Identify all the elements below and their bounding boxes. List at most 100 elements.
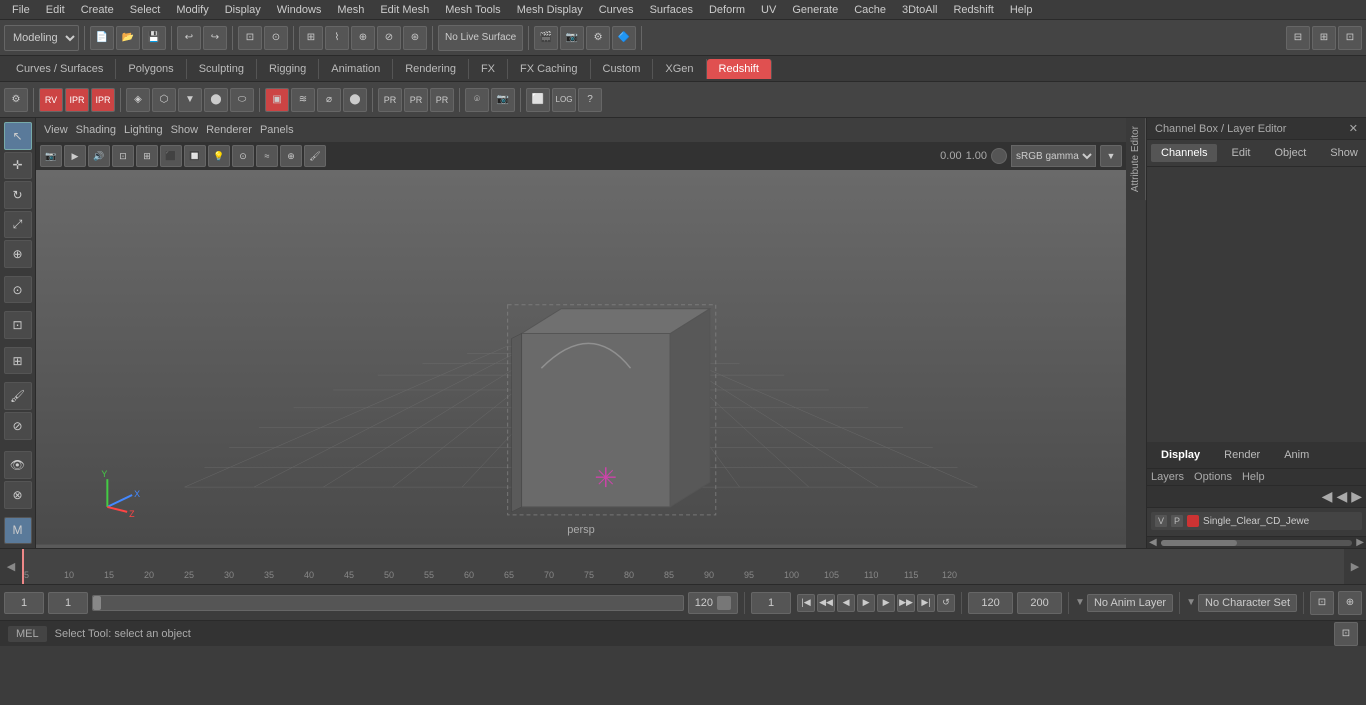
- last-tool-icon[interactable]: ⊡: [4, 311, 32, 339]
- open-file-icon[interactable]: 📂: [116, 26, 140, 50]
- redshift-tool2-icon[interactable]: ⌀: [317, 88, 341, 112]
- vp-panels-menu[interactable]: Panels: [260, 124, 294, 136]
- scroll-left-icon[interactable]: ◀: [1147, 537, 1159, 548]
- mel-label[interactable]: MEL: [8, 626, 47, 642]
- redshift-node2-icon[interactable]: ⬡: [152, 88, 176, 112]
- vp-cam-icon[interactable]: 📷: [40, 145, 62, 167]
- redo-icon[interactable]: ↪: [203, 26, 227, 50]
- snap-point-icon[interactable]: ⊕: [351, 26, 375, 50]
- sculpt-icon[interactable]: ⊘: [4, 412, 32, 440]
- tab-fx[interactable]: FX: [469, 59, 508, 79]
- no-anim-layer-btn[interactable]: No Anim Layer: [1087, 594, 1173, 612]
- hypershade-icon[interactable]: 🔷: [612, 26, 636, 50]
- tab-curves-surfaces[interactable]: Curves / Surfaces: [4, 59, 116, 79]
- redshift-pr3-icon[interactable]: PR: [430, 88, 454, 112]
- tab-xgen[interactable]: XGen: [653, 59, 706, 79]
- layer-v-button[interactable]: V: [1155, 515, 1167, 527]
- menu-surfaces[interactable]: Surfaces: [642, 2, 701, 18]
- layer-render-tab[interactable]: Render: [1214, 446, 1270, 464]
- redshift-node5-icon[interactable]: ⬭: [230, 88, 254, 112]
- tab-polygons[interactable]: Polygons: [116, 59, 186, 79]
- pb-next-frame-btn[interactable]: ▶: [877, 594, 895, 612]
- menu-cache[interactable]: Cache: [846, 2, 894, 18]
- timeline-ruler[interactable]: 5 10 15 20 25 30 35 40 45 50 55 60 65 70…: [22, 549, 1344, 584]
- gamma-dropdown-icon[interactable]: ▼: [1100, 145, 1122, 167]
- char-set-dropdown-icon[interactable]: ▼: [1186, 597, 1196, 608]
- menu-create[interactable]: Create: [73, 2, 122, 18]
- vp-playback-icon[interactable]: ▶: [64, 145, 86, 167]
- menu-deform[interactable]: Deform: [701, 2, 753, 18]
- pb-prev-key-btn[interactable]: ◀◀: [817, 594, 835, 612]
- vp-rig-icon[interactable]: ⊕: [280, 145, 302, 167]
- snap-grid-icon[interactable]: ⊞: [299, 26, 323, 50]
- pb-play-btn[interactable]: ▶: [857, 594, 875, 612]
- layer-arrow-left1-icon[interactable]: ◀: [1322, 488, 1333, 505]
- lasso-icon[interactable]: ⊙: [264, 26, 288, 50]
- menu-edit[interactable]: Edit: [38, 2, 73, 18]
- ui-layout-icon[interactable]: ⊟: [1286, 26, 1310, 50]
- timeline-left-icon[interactable]: ◀: [0, 549, 22, 584]
- tab-redshift[interactable]: Redshift: [707, 59, 772, 79]
- layer-arrow-right-icon[interactable]: ▶: [1351, 488, 1362, 505]
- universal-manip-icon[interactable]: ⊕: [4, 240, 32, 268]
- ipr-icon[interactable]: 📷: [560, 26, 584, 50]
- select-tool-icon[interactable]: ↖: [4, 122, 32, 150]
- attribute-editor-side-tab[interactable]: Attribute Editor: [1126, 118, 1146, 200]
- menu-display[interactable]: Display: [217, 2, 269, 18]
- gamma-display-icon[interactable]: [991, 148, 1007, 164]
- vp-smooth-icon[interactable]: ≈: [256, 145, 278, 167]
- show-hide-icon[interactable]: 👁: [4, 451, 32, 479]
- pb-jump-start-btn[interactable]: |◀: [797, 594, 815, 612]
- rp-tab-show[interactable]: Show: [1320, 144, 1366, 162]
- redshift-node4-icon[interactable]: ⬤: [204, 88, 228, 112]
- tab-animation[interactable]: Animation: [319, 59, 393, 79]
- paint-icon[interactable]: 🖌: [4, 382, 32, 410]
- redshift-cam-icon[interactable]: 📷: [491, 88, 515, 112]
- snap-curve-icon[interactable]: ⌇: [325, 26, 349, 50]
- timeline-right-icon[interactable]: ▶: [1344, 549, 1366, 584]
- undo-icon[interactable]: ↩: [177, 26, 201, 50]
- rotate-tool-icon[interactable]: ↻: [4, 181, 32, 209]
- redshift-pr1-icon[interactable]: PR: [378, 88, 402, 112]
- pb-jump-end-btn[interactable]: ▶|: [917, 594, 935, 612]
- vp-texture-icon[interactable]: 🔲: [184, 145, 206, 167]
- menu-uv[interactable]: UV: [753, 2, 784, 18]
- new-file-icon[interactable]: 📄: [90, 26, 114, 50]
- close-rp-icon[interactable]: ✕: [1349, 122, 1358, 135]
- options-sub-tab[interactable]: Options: [1194, 471, 1232, 483]
- layer-anim-tab[interactable]: Anim: [1274, 446, 1319, 464]
- dg-icon[interactable]: ⊕: [1338, 591, 1362, 615]
- menu-generate[interactable]: Generate: [784, 2, 846, 18]
- vp-isolate-icon[interactable]: ⊡: [112, 145, 134, 167]
- save-file-icon[interactable]: 💾: [142, 26, 166, 50]
- no-live-surface-btn[interactable]: No Live Surface: [438, 25, 523, 51]
- snap-live-icon[interactable]: ⊛: [403, 26, 427, 50]
- menu-windows[interactable]: Windows: [269, 2, 330, 18]
- redshift-log-icon[interactable]: LOG: [552, 88, 576, 112]
- pr-rs-icon[interactable]: IPR: [91, 88, 115, 112]
- redshift-cube-icon[interactable]: ▣: [265, 88, 289, 112]
- quick-sel-icon[interactable]: ⊡: [1310, 591, 1334, 615]
- vp-audio-icon[interactable]: 🔊: [88, 145, 110, 167]
- menu-redshift[interactable]: Redshift: [945, 2, 1001, 18]
- tab-rendering[interactable]: Rendering: [393, 59, 469, 79]
- vp-shading-menu[interactable]: Shading: [76, 124, 116, 136]
- shelf-settings-icon[interactable]: ⚙: [4, 88, 28, 112]
- menu-modify[interactable]: Modify: [168, 2, 216, 18]
- vp-lighting-menu[interactable]: Lighting: [124, 124, 163, 136]
- rp-tab-object[interactable]: Object: [1264, 144, 1316, 162]
- anim-end-field[interactable]: [968, 592, 1013, 614]
- frame-display[interactable]: [751, 592, 791, 614]
- scale-tool-icon[interactable]: ⤢: [4, 211, 32, 239]
- vp-show-menu[interactable]: Show: [171, 124, 199, 136]
- menu-3dtoall[interactable]: 3DtoAll: [894, 2, 945, 18]
- vp-wireframe-icon[interactable]: ⊞: [136, 145, 158, 167]
- layer-arrow-left2-icon[interactable]: ◀: [1336, 488, 1347, 505]
- layers-sub-tab[interactable]: Layers: [1151, 471, 1184, 483]
- vp-paint-icon[interactable]: 🖌: [304, 145, 326, 167]
- ui-attr-icon[interactable]: ⊡: [1338, 26, 1362, 50]
- redshift-pr2-icon[interactable]: PR: [404, 88, 428, 112]
- deform-icon[interactable]: ⊗: [4, 481, 32, 509]
- tab-sculpting[interactable]: Sculpting: [187, 59, 257, 79]
- tab-fx-caching[interactable]: FX Caching: [508, 59, 590, 79]
